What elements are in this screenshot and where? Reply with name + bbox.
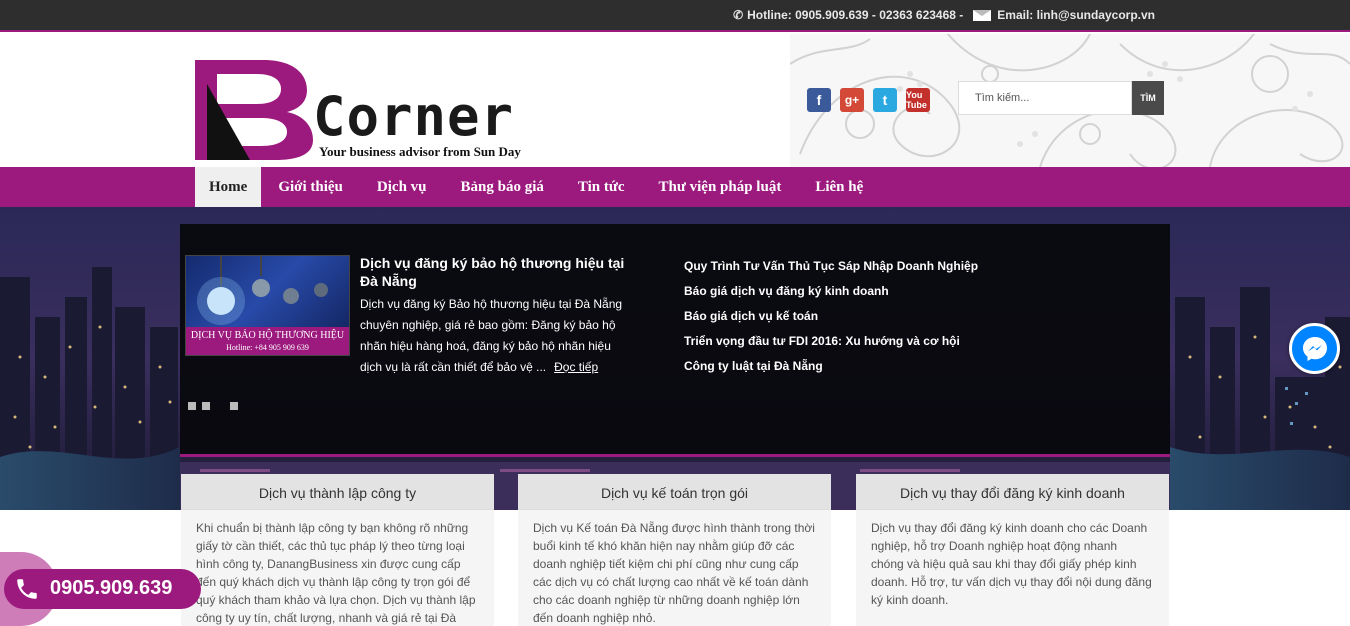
facebook-icon[interactable]: f (807, 88, 831, 112)
mail-icon (973, 9, 992, 21)
service-card-title[interactable]: Dịch vụ kế toán trọn gói (518, 474, 831, 510)
nav-item-thu-vien-phap-luat[interactable]: Thư viện pháp luật (642, 167, 799, 207)
nav-item-home[interactable]: Home (195, 167, 262, 207)
google-plus-icon[interactable]: g+ (840, 88, 864, 112)
news-link[interactable]: Quy Trình Tư Vấn Thủ Tục Sáp Nhập Doanh … (684, 254, 978, 279)
main-nav: Home Giới thiệu Dịch vụ Bảng báo giá Tin… (0, 167, 1350, 207)
slider-dot[interactable] (202, 402, 210, 410)
slide-image[interactable]: DỊCH VỤ BẢO HỘ THƯƠNG HIỆU Hotline: +84 … (185, 255, 350, 356)
slide-image-caption: DỊCH VỤ BẢO HỘ THƯƠNG HIỆU Hotline: +84 … (186, 327, 349, 355)
search-input[interactable] (958, 81, 1132, 115)
nav-item-lien-he[interactable]: Liên hệ (798, 167, 880, 207)
service-card: Dịch vụ thành lập công ty Khi chuẩn bị t… (181, 474, 494, 626)
twitter-icon[interactable]: t (873, 88, 897, 112)
hotline-number: 0905.909.639 (50, 577, 173, 599)
service-card-text: Khi chuẩn bị thành lập công ty bạn không… (196, 521, 476, 625)
nav-item-bang-bao-gia[interactable]: Bảng báo giá (444, 167, 561, 207)
nav-item-gioi-thieu[interactable]: Giới thiệu (261, 167, 360, 207)
phone-icon (17, 579, 37, 599)
logo-tagline: Your business advisor from Sun Day (319, 144, 521, 159)
email-text[interactable]: Email: linh@sundaycorp.vn (997, 8, 1155, 22)
slider-dots (188, 402, 238, 410)
search-button[interactable]: TÌM (1132, 81, 1164, 115)
social-links: f g+ t You Tube (807, 88, 930, 112)
search-form: TÌM (958, 81, 1164, 115)
hotline-text: Hotline: 0905.909.639 - 02363 623468 - (747, 8, 964, 22)
contact-info: ✆ Hotline: 0905.909.639 - 02363 623468 -… (733, 8, 1155, 22)
site-header: Corner Your business advisor from Sun Da… (0, 34, 1350, 167)
phone-icon: ✆ (733, 8, 744, 22)
nav-item-tin-tuc[interactable]: Tin tức (561, 167, 642, 207)
news-link-list: Quy Trình Tư Vấn Thủ Tục Sáp Nhập Doanh … (684, 254, 978, 379)
nav-item-dich-vu[interactable]: Dịch vụ (360, 167, 444, 207)
slide-description: Dịch vụ đăng ký Bảo hộ thương hiệu tại Đ… (360, 294, 632, 378)
youtube-icon[interactable]: You Tube (906, 88, 930, 112)
service-card: Dịch vụ thay đổi đăng ký kinh doanh Dịch… (856, 474, 1169, 626)
news-slider: DỊCH VỤ BẢO HỘ THƯƠNG HIỆU Hotline: +84 … (180, 224, 1170, 457)
news-link[interactable]: Báo giá dịch vụ kế toán (684, 304, 978, 329)
news-link[interactable]: Công ty luật tại Đà Nẵng (684, 354, 978, 379)
service-card: Dịch vụ kế toán trọn gói Dịch vụ Kế toán… (518, 474, 831, 626)
service-card-text: Dịch vụ Kế toán Đà Nẵng được hình thành … (533, 521, 815, 625)
top-contact-bar: ✆ Hotline: 0905.909.639 - 02363 623468 -… (0, 0, 1350, 32)
news-link[interactable]: Triển vọng đầu tư FDI 2016: Xu hướng và … (684, 329, 978, 354)
service-card-title[interactable]: Dịch vụ thay đổi đăng ký kinh doanh (856, 474, 1169, 510)
news-link[interactable]: Báo giá dịch vụ đăng ký kinh doanh (684, 279, 978, 304)
messenger-icon (1302, 336, 1327, 361)
logo-b-mark (195, 60, 313, 160)
service-card-title[interactable]: Dịch vụ thành lập công ty (181, 474, 494, 510)
slider-dot[interactable] (230, 402, 238, 410)
logo-wordmark: Corner (313, 85, 515, 148)
service-card-text: Dịch vụ thay đổi đăng ký kinh doanh cho … (871, 521, 1152, 607)
lightbulb-illustration (197, 256, 328, 325)
slide-title[interactable]: Dịch vụ đăng ký bảo hộ thương hiệu tại Đ… (360, 254, 640, 290)
read-more-link[interactable]: Đọc tiếp (554, 360, 598, 374)
messenger-button[interactable] (1289, 323, 1340, 374)
hotline-badge[interactable]: 0905.909.639 (0, 552, 205, 626)
hero-banner: DỊCH VỤ BẢO HỘ THƯƠNG HIỆU Hotline: +84 … (0, 207, 1350, 510)
site-logo[interactable]: Corner Your business advisor from Sun Da… (195, 60, 540, 160)
slider-dot[interactable] (188, 402, 196, 410)
